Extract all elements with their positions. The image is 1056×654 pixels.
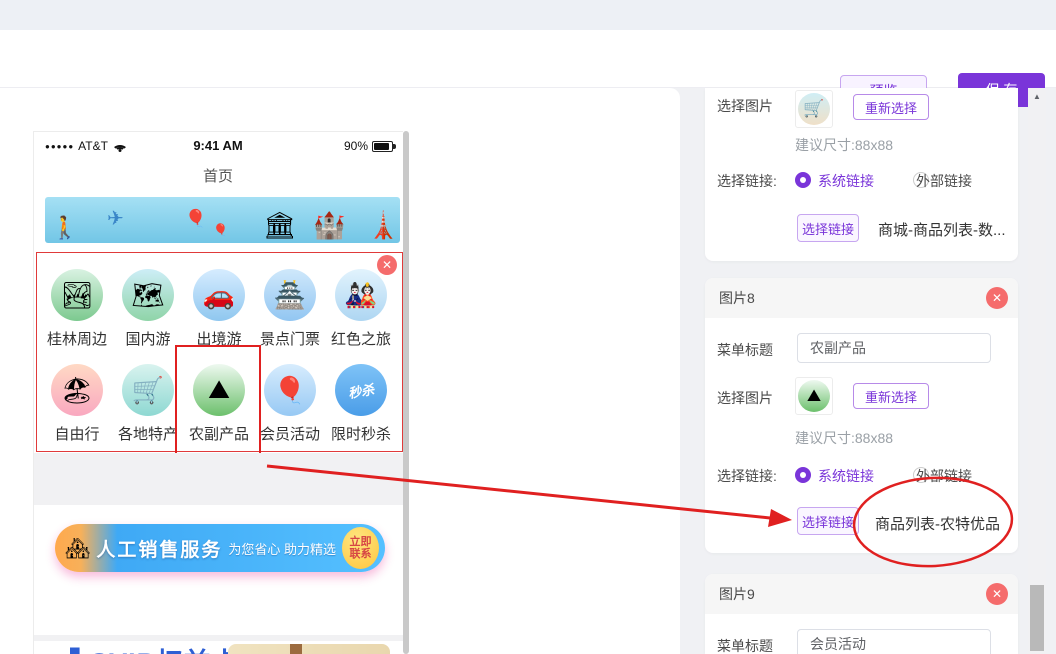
grid-item-red-tour[interactable]: 🎎 红色之旅 (325, 269, 397, 349)
category-icon: 🎈 (264, 364, 316, 416)
category-icon: 🏞 (51, 269, 103, 321)
traveler-icon: 🚶 (51, 215, 78, 241)
building-landmark-icon: 🏰 (313, 210, 345, 241)
panel-scrollbar-thumb[interactable] (1030, 585, 1044, 651)
category-icon: 🏖 (51, 364, 103, 416)
delete-section-button[interactable]: ✕ (377, 255, 397, 275)
tower-landmark-icon: 🗼 (367, 210, 399, 241)
reselect-image-button[interactable]: 重新选择 (853, 94, 929, 120)
grid-item-free-travel[interactable]: 🏖 自由行 (41, 364, 113, 444)
choose-link-button[interactable]: 选择链接 (797, 214, 859, 242)
panel-scrollbar-track[interactable]: ▲ (1028, 88, 1046, 654)
grid-item-outbound[interactable]: 🚗 出境游 (183, 269, 255, 349)
balloon-icon: 🎈 (185, 209, 206, 229)
menu-title-label: 菜单标题 (717, 340, 773, 360)
remove-card-button[interactable]: ✕ (986, 287, 1008, 309)
contact-now-button[interactable]: 立即联系 (342, 527, 379, 569)
toolbar: 预览 保 存 (0, 30, 1056, 88)
image-thumbnail[interactable]: ⛰ (795, 377, 833, 415)
card-title: 图片9 (719, 584, 755, 604)
settings-card-previous: 选择图片 🛒 重新选择 建议尺寸:88x88 选择链接: 系统链接 外部链接 选… (705, 88, 1018, 261)
choose-link-label: 选择链接: (717, 171, 777, 191)
card-header: 图片9 ✕ (705, 574, 1018, 614)
grid-item-member-events[interactable]: 🎈 会员活动 (254, 364, 326, 444)
external-link-radio-label[interactable]: 外部链接 (916, 171, 972, 191)
service-banner[interactable]: 🏘 人工销售服务 为您省心 助力精选 立即联系 (55, 524, 385, 572)
grid-item-flash-sale[interactable]: 秒杀 限时秒杀 (325, 364, 397, 444)
category-icon: 🚗 (193, 269, 245, 321)
phone-status-bar: ●●●●● AT&T 9:41 AM 90% (33, 131, 403, 161)
category-label: 自由行 (41, 423, 113, 444)
category-label: 景点门票 (254, 328, 326, 349)
grid-item-specialty[interactable]: 🛒 各地特产 (112, 364, 184, 444)
selected-link-value: 商品列表-农特优品 (875, 513, 1000, 534)
card-header: 图片8 ✕ (705, 278, 1018, 318)
service-banner-tagline: 为您省心 助力精选 (228, 539, 336, 558)
balloon-icon: 🎈 (213, 223, 228, 237)
grid-item-domestic[interactable]: 🗺 国内游 (112, 269, 184, 349)
system-link-radio[interactable] (795, 172, 811, 188)
category-icon: 🛒 (122, 364, 174, 416)
house-icon: 🏘 (65, 536, 90, 561)
size-hint: 建议尺寸:88x88 (795, 135, 893, 155)
menu-title-label: 菜单标题 (717, 636, 773, 654)
top-strip (0, 0, 1056, 30)
svip-section: ▌SVIP权益卡 (34, 641, 403, 654)
svip-title: ▌SVIP权益卡 (70, 641, 240, 654)
remove-card-button[interactable]: ✕ (986, 583, 1008, 605)
category-label: 桂林周边 (41, 328, 113, 349)
cart-icon: 🛒 (798, 93, 830, 125)
menu-title-input[interactable] (797, 629, 991, 654)
phone-scrollbar-thumb[interactable] (403, 131, 409, 654)
selected-link-value: 商城-商品列表-数... (878, 219, 1006, 240)
system-link-radio-label[interactable]: 系统链接 (818, 171, 874, 191)
size-hint: 建议尺寸:88x88 (795, 428, 893, 448)
grid-item-tickets[interactable]: 🏯 景点门票 (254, 269, 326, 349)
menu-title-input[interactable] (797, 333, 991, 363)
page-title: 首页 (33, 165, 403, 186)
system-link-radio[interactable] (795, 467, 811, 483)
category-label: 国内游 (112, 328, 184, 349)
battery-percent-label: 90% (344, 139, 368, 153)
choose-link-button[interactable]: 选择链接 (797, 507, 859, 535)
category-icon: 秒杀 (335, 364, 387, 416)
category-label: 会员活动 (254, 423, 326, 444)
plane-icon: ✈ (107, 206, 124, 231)
grid-item-guilin[interactable]: 🏞 桂林周边 (41, 269, 113, 349)
svip-card-image (228, 644, 390, 654)
category-label: 红色之旅 (325, 328, 397, 349)
settings-card-image8: 图片8 ✕ 菜单标题 选择图片 ⛰ 重新选择 建议尺寸:88x88 选择链接: … (705, 278, 1018, 553)
battery-icon (372, 141, 393, 152)
choose-link-label: 选择链接: (717, 466, 777, 486)
category-label: 限时秒杀 (325, 423, 397, 444)
choose-image-label: 选择图片 (717, 388, 773, 408)
section-gap (34, 453, 403, 505)
mountain-icon: ⛰ (798, 380, 830, 412)
category-icon: 🎎 (335, 269, 387, 321)
card-title: 图片8 (719, 288, 755, 308)
scroll-up-arrow-icon[interactable]: ▲ (1028, 92, 1046, 101)
service-banner-title: 人工销售服务 (96, 535, 222, 562)
reselect-image-button[interactable]: 重新选择 (853, 383, 929, 409)
system-link-radio-label[interactable]: 系统链接 (818, 466, 874, 486)
choose-image-label: 选择图片 (717, 96, 773, 116)
category-label: 各地特产 (112, 423, 184, 444)
hero-banner-image[interactable]: 🚶 ✈ 🎈 🎈 🏛 🏰 🗼 (45, 197, 400, 243)
category-icon: 🏯 (264, 269, 316, 321)
settings-card-image9: 图片9 ✕ 菜单标题 (705, 574, 1018, 654)
image-thumbnail[interactable]: 🛒 (795, 90, 833, 128)
external-link-radio-label[interactable]: 外部链接 (916, 466, 972, 486)
arch-landmark-icon: 🏛 (263, 210, 296, 241)
category-icon: 🗺 (122, 269, 174, 321)
